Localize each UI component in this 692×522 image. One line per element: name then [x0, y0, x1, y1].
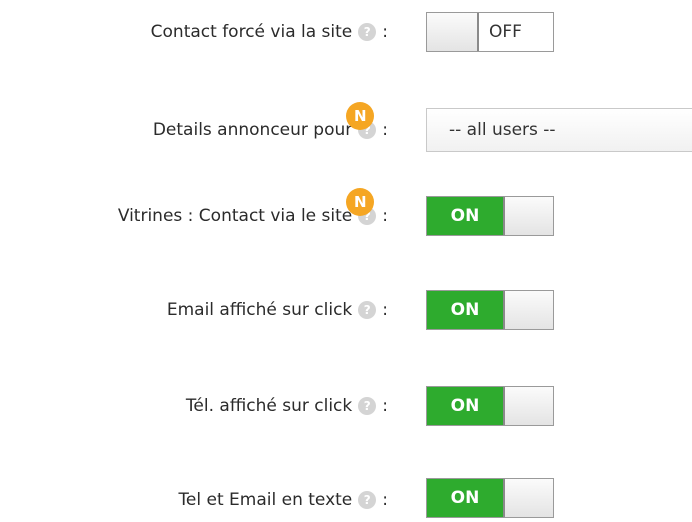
setting-row-details-annonceur: Details annonceur pour N ? : -- all user… [0, 102, 692, 152]
setting-label: Tél. affiché sur click [185, 396, 353, 416]
setting-label: Vitrines : Contact via le site [117, 206, 353, 226]
toggle-knob[interactable] [505, 197, 553, 235]
help-icon[interactable]: ? [358, 23, 377, 41]
vitrines-contact-toggle[interactable]: ON [426, 196, 554, 236]
label-colon: : [382, 396, 388, 416]
label-colon: : [382, 300, 388, 320]
toggle-state-label: ON [427, 387, 505, 425]
setting-label-wrap: Tél. affiché sur click ? : [186, 384, 388, 428]
toggle-state-label: OFF [489, 22, 522, 42]
contact-force-toggle[interactable]: OFF [426, 12, 554, 52]
help-icon[interactable]: N ? [346, 102, 377, 139]
setting-label: Email affiché sur click [166, 300, 353, 320]
setting-label-wrap: Email affiché sur click ? : [167, 288, 388, 332]
setting-label: Contact forcé via la site [150, 22, 353, 42]
select-value: -- all users -- [449, 120, 556, 140]
help-icon[interactable]: ? [358, 491, 377, 509]
setting-label-wrap: Vitrines : Contact via le site N ? : [117, 188, 388, 238]
toggle-knob[interactable] [505, 479, 553, 517]
setting-row-email-click: Email affiché sur click ? : ON [0, 288, 692, 332]
tel-click-toggle[interactable]: ON [426, 386, 554, 426]
help-icon[interactable]: ? [358, 301, 377, 319]
label-colon: : [382, 490, 388, 510]
toggle-state-label: ON [427, 479, 505, 517]
setting-row-vitrines-contact: Vitrines : Contact via le site N ? : ON [0, 188, 692, 238]
toggle-knob[interactable] [505, 387, 553, 425]
email-click-toggle[interactable]: ON [426, 290, 554, 330]
setting-label-wrap: Details annonceur pour N ? : [152, 102, 388, 152]
tel-email-texte-toggle[interactable]: ON [426, 478, 554, 518]
label-colon: : [382, 120, 388, 140]
setting-row-tel-email-texte: Tel et Email en texte ? : ON [0, 478, 692, 522]
setting-label: Details annonceur pour [152, 120, 353, 140]
setting-row-tel-click: Tél. affiché sur click ? : ON [0, 384, 692, 428]
help-icon[interactable]: N ? [346, 188, 377, 225]
setting-label-wrap: Tel et Email en texte ? : [178, 478, 388, 522]
toggle-knob[interactable] [505, 291, 553, 329]
toggle-knob[interactable] [427, 13, 479, 51]
label-colon: : [382, 206, 388, 226]
toggle-state-label: ON [427, 197, 505, 235]
label-colon: : [382, 22, 388, 42]
setting-row-contact-force: Contact forcé via la site ? : OFF [0, 10, 692, 54]
setting-label: Tel et Email en texte [178, 490, 353, 510]
help-icon[interactable]: ? [358, 397, 377, 415]
toggle-state-label: ON [427, 291, 505, 329]
details-annonceur-select[interactable]: -- all users -- [426, 108, 692, 152]
setting-label-wrap: Contact forcé via la site ? : [151, 10, 388, 54]
